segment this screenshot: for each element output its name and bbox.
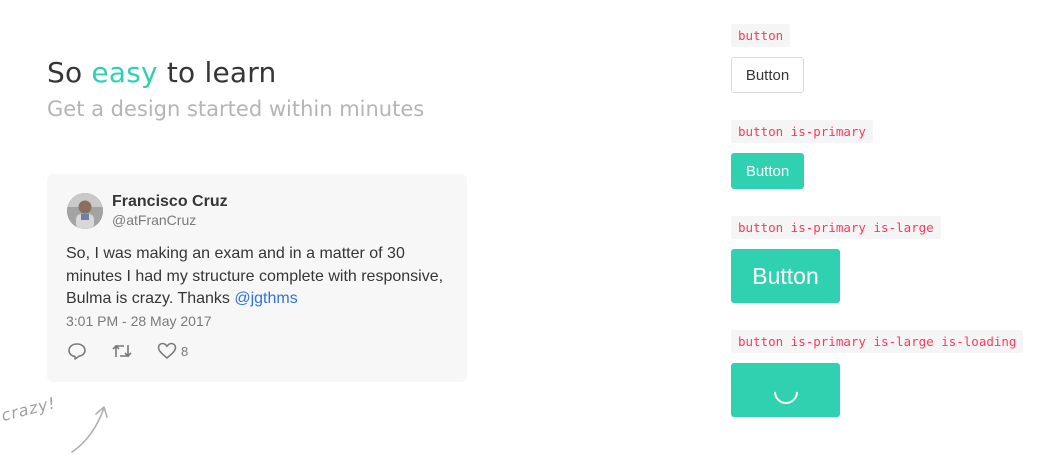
curved-arrow-icon xyxy=(71,406,108,453)
primary-large-button[interactable]: Button xyxy=(731,249,840,303)
retweet-icon xyxy=(112,344,132,358)
code-tag-button-primary: button is-primary xyxy=(731,120,873,143)
reply-icon xyxy=(68,343,86,360)
primary-button[interactable]: Button xyxy=(731,153,804,189)
like-button[interactable]: 8 xyxy=(157,342,188,360)
tweet-text: So, I was making an exam and in a matter… xyxy=(66,243,451,311)
code-tag-button-loading: button is-primary is-large is-loading xyxy=(731,330,1024,353)
loading-spinner-icon xyxy=(768,375,803,409)
page-title: So easy to learn xyxy=(47,56,276,89)
code-tag-button: button xyxy=(731,24,791,47)
title-accent-word: easy xyxy=(91,56,158,89)
heart-icon xyxy=(157,342,177,359)
retweet-button[interactable] xyxy=(111,342,133,360)
tweet-mention-link[interactable]: @jgthms xyxy=(234,290,297,307)
page-subtitle: Get a design started within minutes xyxy=(47,97,425,121)
default-button[interactable]: Button xyxy=(731,57,804,93)
reply-button[interactable] xyxy=(67,342,87,360)
page: So easy to learn Get a design started wi… xyxy=(0,0,1038,465)
tweet-card: Francisco Cruz @atFranCruz So, I was mak… xyxy=(47,174,467,382)
crazy-annotation: crazy! xyxy=(0,393,58,425)
title-part-after: to learn xyxy=(157,56,277,89)
code-tag-button-primary-large: button is-primary is-large xyxy=(731,216,941,239)
tweet-timestamp[interactable]: 3:01 PM - 28 May 2017 xyxy=(66,313,212,329)
loading-button[interactable] xyxy=(731,363,840,417)
tweet-author-handle[interactable]: @atFranCruz xyxy=(112,212,196,228)
tweet-actions: 8 xyxy=(67,342,212,360)
like-count: 8 xyxy=(181,343,189,359)
avatar[interactable] xyxy=(67,193,103,229)
title-part-before: So xyxy=(47,56,92,89)
tweet-author-name[interactable]: Francisco Cruz xyxy=(112,193,228,211)
